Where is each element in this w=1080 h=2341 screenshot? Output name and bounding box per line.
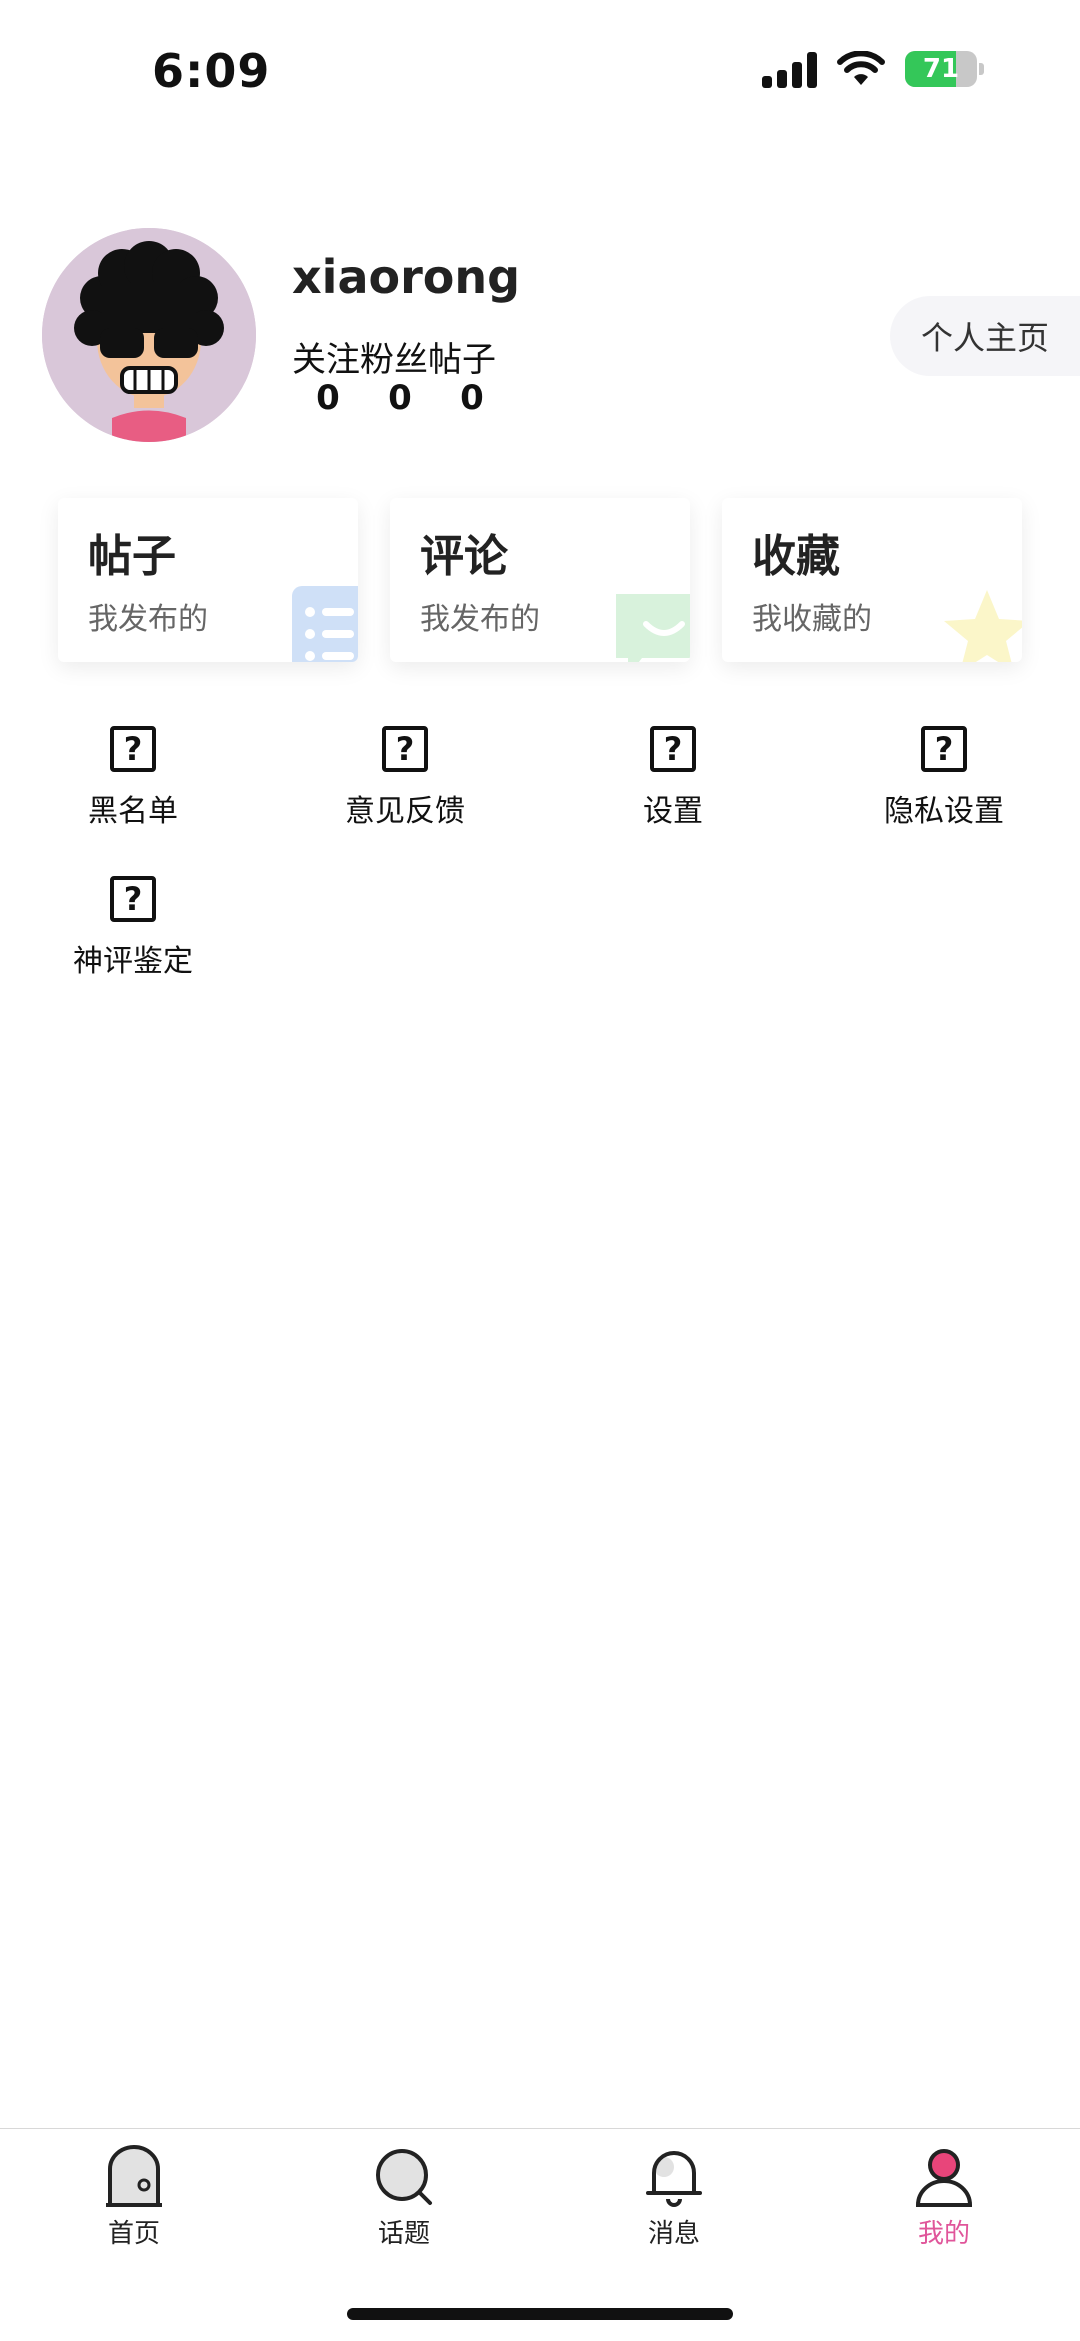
- menu-item-comment-review[interactable]: ? 神评鉴定: [23, 876, 243, 980]
- question-icon: ?: [110, 726, 156, 772]
- stat-label-followers[interactable]: 粉丝: [360, 332, 428, 381]
- menu-item-feedback[interactable]: ? 意见反馈: [295, 726, 515, 830]
- battery-level: 71: [922, 54, 960, 84]
- tab-topics[interactable]: 话题: [324, 2145, 484, 2250]
- signal-icon: [762, 50, 817, 88]
- card-subtitle: 我收藏的: [752, 602, 872, 637]
- tab-label: 首页: [107, 2219, 160, 2249]
- personal-homepage-button[interactable]: 个人主页: [890, 296, 1080, 376]
- stat-value-posts[interactable]: 0: [436, 378, 508, 418]
- tab-label: 消息: [647, 2219, 700, 2249]
- card-posts[interactable]: 帖子 我发布的: [58, 498, 358, 662]
- menu-item-blacklist[interactable]: ? 黑名单: [23, 726, 243, 830]
- tab-messages[interactable]: 消息: [594, 2145, 754, 2250]
- home-icon: [106, 2145, 162, 2207]
- tab-mine[interactable]: 我的: [864, 2145, 1024, 2250]
- stats-labels: 关注 粉丝 帖子: [292, 332, 496, 381]
- question-icon: ?: [921, 726, 967, 772]
- stat-label-following[interactable]: 关注: [292, 332, 360, 381]
- stat-label-posts[interactable]: 帖子: [428, 332, 496, 381]
- comment-icon: [616, 594, 690, 662]
- card-title: 收藏: [752, 531, 840, 582]
- menu-item-settings[interactable]: ? 设置: [563, 726, 783, 830]
- menu-item-label: 黑名单: [88, 794, 178, 829]
- profile-page: 6:09 71 xiaorong 关注 粉丝 帖子 0 0 0 个人主页 帖子 …: [0, 0, 1080, 2341]
- menu-item-label: 神评鉴定: [73, 944, 193, 979]
- card-favorites[interactable]: 收藏 我收藏的: [722, 498, 1022, 662]
- list-icon: [292, 586, 358, 662]
- battery-icon: 71: [905, 51, 977, 87]
- tab-home[interactable]: 首页: [54, 2145, 214, 2250]
- menu-item-label: 意见反馈: [345, 794, 465, 829]
- stats-values: 0 0 0: [292, 378, 508, 418]
- wifi-icon: [837, 51, 885, 85]
- card-subtitle: 我发布的: [88, 602, 208, 637]
- status-time: 6:09: [152, 44, 271, 98]
- user-icon: [915, 2149, 973, 2207]
- status-icons: 71: [762, 50, 984, 88]
- avatar[interactable]: [42, 228, 256, 442]
- question-icon: ?: [650, 726, 696, 772]
- tab-label: 我的: [917, 2219, 970, 2249]
- star-icon: [944, 590, 1022, 662]
- battery-tip: [979, 63, 984, 75]
- menu-item-privacy-settings[interactable]: ? 隐私设置: [834, 726, 1054, 830]
- username: xiaorong: [292, 250, 521, 304]
- menu-item-label: 设置: [643, 794, 703, 829]
- question-icon: ?: [382, 726, 428, 772]
- avatar-illustration: [42, 228, 256, 442]
- stat-value-following[interactable]: 0: [292, 378, 364, 418]
- card-subtitle: 我发布的: [420, 602, 540, 637]
- topic-icon: [376, 2149, 432, 2205]
- card-comments[interactable]: 评论 我发布的: [390, 498, 690, 662]
- menu-item-label: 隐私设置: [884, 794, 1004, 829]
- card-title: 帖子: [88, 531, 176, 582]
- stat-value-followers[interactable]: 0: [364, 378, 436, 418]
- tab-label: 话题: [377, 2219, 430, 2249]
- bell-icon: [646, 2151, 702, 2207]
- home-indicator[interactable]: [347, 2308, 733, 2320]
- card-title: 评论: [420, 531, 508, 582]
- question-icon: ?: [110, 876, 156, 922]
